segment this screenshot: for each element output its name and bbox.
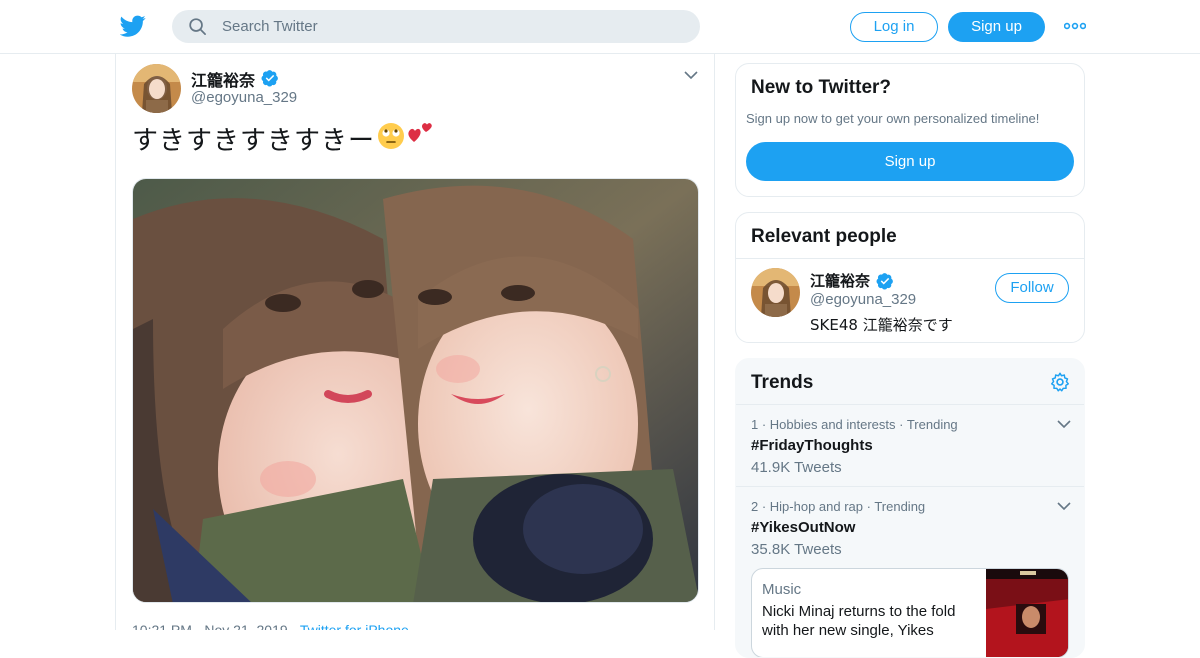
login-button[interactable]: Log in (850, 12, 938, 42)
person-bio: SKE48 江籠裕奈です (810, 316, 953, 334)
card-title: Trends (751, 372, 814, 393)
chevron-down-icon[interactable] (1057, 501, 1071, 511)
news-thumbnail-image (986, 569, 1068, 657)
divider (736, 404, 1084, 405)
author-handle[interactable]: @egoyuna_329 (191, 89, 297, 106)
trend-item[interactable]: 1 · Hobbies and interests · Trending #Fr… (751, 417, 1071, 476)
new-to-twitter-card: New to Twitter? Sign up now to get your … (735, 63, 1085, 197)
top-navigation-bar: Log in Sign up (0, 0, 1200, 54)
chevron-down-icon[interactable] (684, 70, 698, 80)
signup-card-button[interactable]: Sign up (746, 142, 1074, 181)
tweet-photo[interactable] (132, 178, 699, 603)
card-subtitle: Sign up now to get your own personalized… (746, 111, 1040, 126)
person-avatar[interactable] (751, 268, 800, 317)
chevron-down-icon[interactable] (1057, 419, 1071, 429)
trend-item[interactable]: 2 · Hip-hop and rap · Trending #YikesOut… (751, 499, 1071, 558)
trend-context: 2 · Hip-hop and rap · Trending (751, 499, 926, 514)
more-options-icon[interactable] (1064, 22, 1086, 30)
separator: · (291, 622, 300, 630)
signup-button[interactable]: Sign up (948, 12, 1045, 42)
trend-tweet-count: 41.9K Tweets (751, 459, 842, 476)
card-title: New to Twitter? (751, 77, 892, 98)
tweet-photo-image (133, 179, 698, 602)
tweet-permalink: 江籠裕奈 @egoyuna_329 すきすきすきすきー 10:21 PM - N… (115, 54, 715, 630)
verified-badge-icon (261, 70, 278, 87)
tweet-text: すきすきすきすきー (132, 126, 376, 156)
follow-button[interactable]: Follow (995, 273, 1069, 303)
author-name[interactable]: 江籠裕奈 (191, 67, 255, 91)
verified-badge-icon (876, 273, 893, 290)
card-title: Relevant people (751, 226, 897, 247)
trend-hashtag[interactable]: #YikesOutNow (751, 519, 1071, 536)
divider (736, 258, 1084, 259)
rolling-eyes-emoji-icon (378, 123, 404, 149)
relevant-people-card: Relevant people 江籠裕奈 @egoyuna_329 SKE48 … (735, 212, 1085, 343)
news-headline[interactable]: Nicki Minaj returns to the fold with her… (762, 602, 977, 640)
trend-context: 1 · Hobbies and interests · Trending (751, 417, 958, 432)
search-input[interactable] (222, 10, 682, 43)
person-handle[interactable]: @egoyuna_329 (810, 291, 916, 308)
trend-tweet-count: 35.8K Tweets (751, 541, 842, 558)
tweet-time[interactable]: 10:21 PM - Nov 21, 2019 (132, 622, 288, 630)
person-name[interactable]: 江籠裕奈 (810, 270, 870, 291)
gear-icon[interactable] (1049, 371, 1071, 393)
news-category: Music (762, 581, 802, 598)
twitter-bird-logo-icon[interactable] (120, 13, 146, 39)
trend-news-card[interactable]: Music Nicki Minaj returns to the fold wi… (751, 568, 1069, 657)
trends-card: Trends 1 · Hobbies and interests · Trend… (735, 358, 1085, 658)
tweet-source[interactable]: Twitter for iPhone (300, 622, 409, 630)
search-icon (189, 18, 206, 35)
search-box[interactable] (172, 10, 700, 43)
two-hearts-emoji-icon (408, 123, 432, 142)
tweet-timestamp[interactable]: 10:21 PM - Nov 21, 2019 · Twitter for iP… (132, 622, 409, 630)
trend-hashtag[interactable]: #FridayThoughts (751, 437, 1071, 454)
divider (736, 486, 1084, 487)
author-avatar[interactable] (132, 64, 181, 113)
